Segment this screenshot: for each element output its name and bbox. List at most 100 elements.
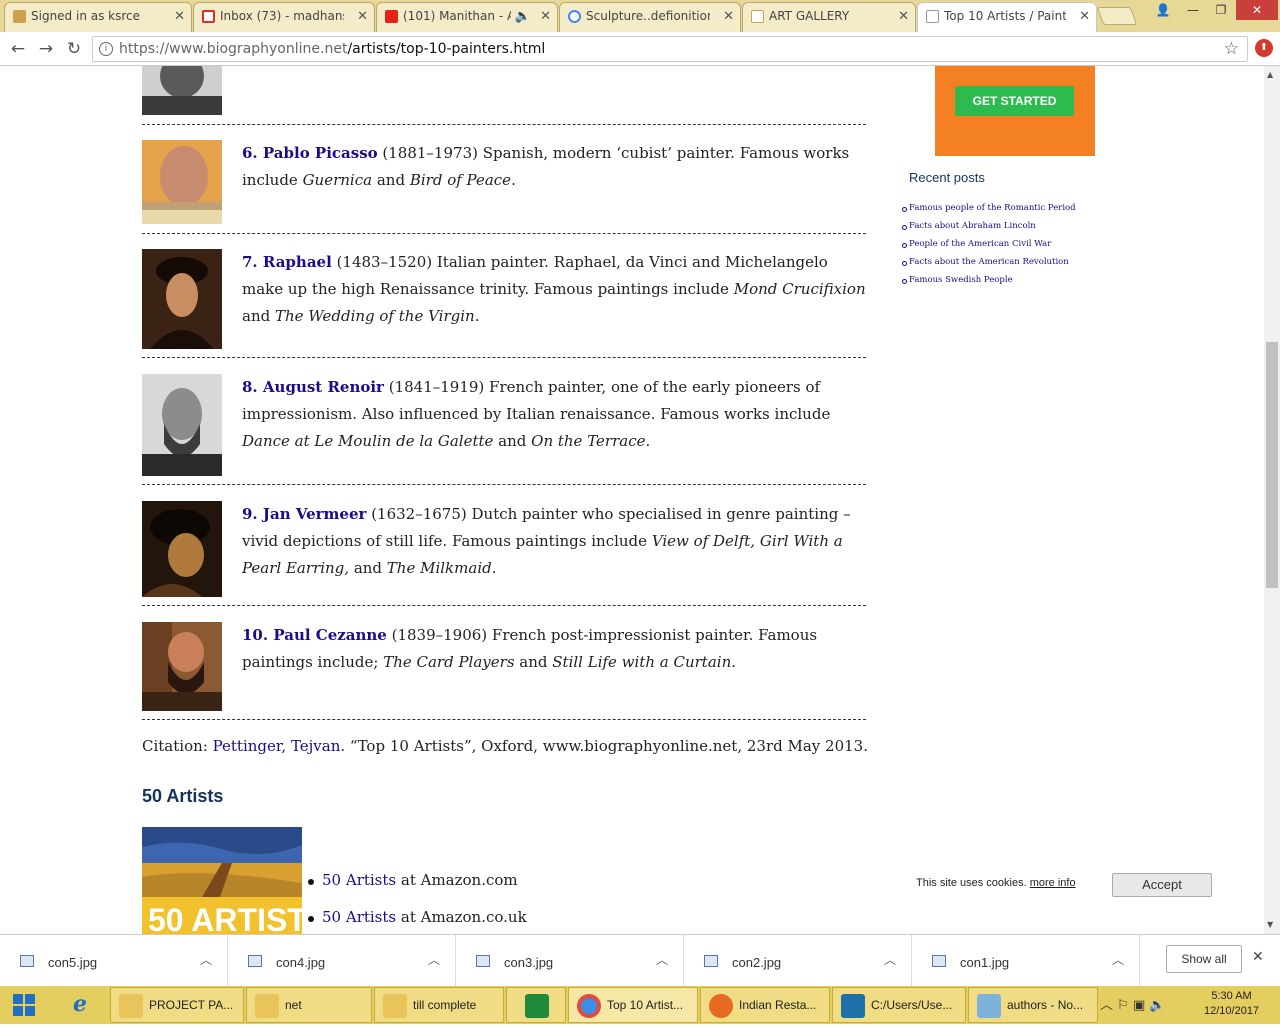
tab-inbox[interactable]: Inbox (73) - madhansn ✕ [193, 2, 375, 32]
tab-label: Top 10 Artists / Painte [944, 9, 1066, 23]
tab-label: (101) Manithan - Ag [403, 9, 511, 23]
portrait-raphael [142, 249, 222, 349]
download-item[interactable]: con2.jpg ︿ [684, 935, 912, 987]
chrome-icon [577, 994, 601, 1018]
taskbar-item[interactable]: till complete [374, 987, 504, 1023]
network-icon[interactable]: ▣ [1133, 998, 1145, 1013]
tab-art-gallery[interactable]: ART GALLERY ✕ [742, 2, 916, 32]
close-icon[interactable]: ✕ [1252, 949, 1264, 965]
document-icon [926, 10, 939, 23]
close-icon[interactable]: ✕ [357, 9, 368, 24]
bookmark-star-icon[interactable]: ☆ [1224, 39, 1239, 59]
entry-link[interactable]: 10. Paul Cezanne [242, 626, 387, 644]
taskbar-item[interactable]: PROJECT PA... [110, 987, 244, 1023]
flag-icon[interactable]: ⚐ [1117, 998, 1129, 1013]
tab-manithan[interactable]: (101) Manithan - Ag 🔈 ✕ [376, 2, 558, 32]
chevron-up-icon[interactable]: ︿ [1112, 951, 1124, 968]
taskbar-item[interactable]: authors - No... [968, 987, 1098, 1023]
chevron-up-icon[interactable]: ︿ [428, 951, 440, 968]
browser-tab-strip: Signed in as ksrce ✕ Inbox (73) - madhan… [0, 0, 1280, 32]
reload-icon[interactable]: ↻ [62, 37, 86, 61]
portrait-renoir [142, 374, 222, 476]
system-tray: ︿ ⚐ ▣ 🔈 [1100, 994, 1166, 1013]
tab-sculpture[interactable]: Sculpture..defionition - ✕ [559, 2, 741, 32]
cookie-notice: This site uses cookies. more info [916, 877, 1076, 889]
gmail-icon [202, 10, 215, 23]
chevron-up-icon[interactable]: ︿ [656, 951, 668, 968]
list-item: Facts about Abraham Lincoln [902, 221, 1076, 239]
folder-icon [119, 994, 143, 1018]
download-item[interactable]: con3.jpg ︿ [456, 935, 684, 987]
firefox-icon [709, 994, 733, 1018]
recent-post-link[interactable]: Famous people of the Romantic Period [909, 203, 1076, 213]
close-icon[interactable]: ✕ [898, 9, 909, 24]
window-close-icon[interactable]: ✕ [1236, 0, 1278, 20]
recent-posts-list: Famous people of the Romantic Period Fac… [902, 203, 1076, 293]
chevron-up-icon[interactable]: ︿ [884, 951, 896, 968]
taskbar-item-active[interactable]: Top 10 Artist... [568, 987, 698, 1023]
portrait-vermeer [142, 501, 222, 597]
close-icon[interactable]: ✕ [1079, 9, 1090, 24]
download-item[interactable]: con1.jpg ︿ [912, 935, 1140, 987]
close-icon[interactable]: ✕ [723, 9, 734, 24]
taskbar-item[interactable]: Indian Resta... [700, 987, 830, 1023]
tab-label: Inbox (73) - madhansn [220, 9, 344, 23]
url-text[interactable]: https://www.biographyonline.net/artists/… [119, 41, 545, 57]
volume-icon[interactable]: 🔈 [1149, 998, 1165, 1013]
tab-signed-in[interactable]: Signed in as ksrce ✕ [4, 2, 192, 32]
info-icon[interactable]: i [99, 42, 113, 56]
address-bar[interactable]: i https://www.biographyonline.net/artist… [92, 36, 1248, 62]
clock[interactable]: 5:30 AM 12/10/2017 [1204, 989, 1259, 1019]
chevron-up-icon[interactable]: ︿ [200, 951, 212, 968]
user-icon[interactable]: 👤 [1148, 0, 1178, 20]
forward-arrow-icon[interactable]: → [34, 37, 58, 61]
more-info-link[interactable]: more info [1030, 877, 1076, 889]
recent-post-link[interactable]: Facts about Abraham Lincoln [909, 221, 1036, 231]
show-all-downloads-button[interactable]: Show all [1166, 945, 1242, 973]
extension-icon[interactable]: ⬆ [1255, 39, 1273, 57]
book-cover-image[interactable]: 50 ARTISTS [142, 827, 302, 934]
accept-cookies-button[interactable]: Accept [1112, 873, 1212, 897]
maximize-icon[interactable]: ❐ [1206, 0, 1236, 20]
recent-post-link[interactable]: People of the American Civil War [909, 239, 1051, 249]
get-started-button[interactable]: GET STARTED [955, 86, 1074, 116]
download-item[interactable]: con5.jpg ︿ [0, 935, 228, 987]
scroll-up-icon[interactable]: ▲ [1267, 70, 1273, 79]
folder-icon [255, 994, 279, 1018]
image-file-icon [476, 955, 490, 967]
citation: Citation: Pettinger, Tejvan. “Top 10 Art… [142, 737, 868, 755]
scroll-thumb[interactable] [1266, 342, 1278, 588]
tab-top-10-artists[interactable]: Top 10 Artists / Painte ✕ [917, 2, 1097, 32]
divider [142, 233, 866, 234]
entry-raphael: 7. Raphael (1483–1520) Italian painter. … [242, 253, 866, 325]
author-link[interactable]: Pettinger, Tejvan. [213, 737, 346, 755]
entry-link[interactable]: 6. Pablo Picasso [242, 144, 378, 162]
entry-picasso: 6. Pablo Picasso (1881–1973) Spanish, mo… [242, 144, 850, 189]
scroll-down-icon[interactable]: ▼ [1267, 920, 1273, 929]
close-icon[interactable]: ✕ [174, 9, 185, 24]
entry-link[interactable]: 8. August Renoir [242, 378, 384, 396]
image-file-icon [248, 955, 262, 967]
close-icon[interactable]: ✕ [540, 9, 551, 24]
book-link[interactable]: 50 Artists [322, 908, 396, 926]
portrait-picasso [142, 140, 222, 224]
page-scrollbar[interactable]: ▲ ▼ [1264, 66, 1280, 934]
taskbar-item[interactable]: net [246, 987, 372, 1023]
taskbar-item[interactable]: C:/Users/Use... [832, 987, 966, 1023]
new-tab-button[interactable] [1096, 7, 1138, 25]
clock-time: 5:30 AM [1211, 990, 1252, 1002]
internet-explorer-icon[interactable]: e [60, 991, 100, 1019]
windows-start-icon[interactable] [0, 986, 50, 1024]
recent-post-link[interactable]: Facts about the American Revolution [909, 257, 1069, 267]
recent-post-link[interactable]: Famous Swedish People [909, 275, 1013, 285]
chevron-up-icon[interactable]: ︿ [1100, 998, 1113, 1013]
download-item[interactable]: con4.jpg ︿ [228, 935, 456, 987]
minimize-icon[interactable]: — [1178, 0, 1208, 20]
book-links: 50 Artists at Amazon.com 50 Artists at A… [308, 871, 527, 934]
book-link[interactable]: 50 Artists [322, 871, 396, 889]
entry-link[interactable]: 9. Jan Vermeer [242, 505, 366, 523]
tab-label: Signed in as ksrce [31, 9, 141, 23]
entry-link[interactable]: 7. Raphael [242, 253, 332, 271]
back-arrow-icon[interactable]: ← [6, 37, 30, 61]
taskbar-item[interactable] [506, 987, 566, 1023]
